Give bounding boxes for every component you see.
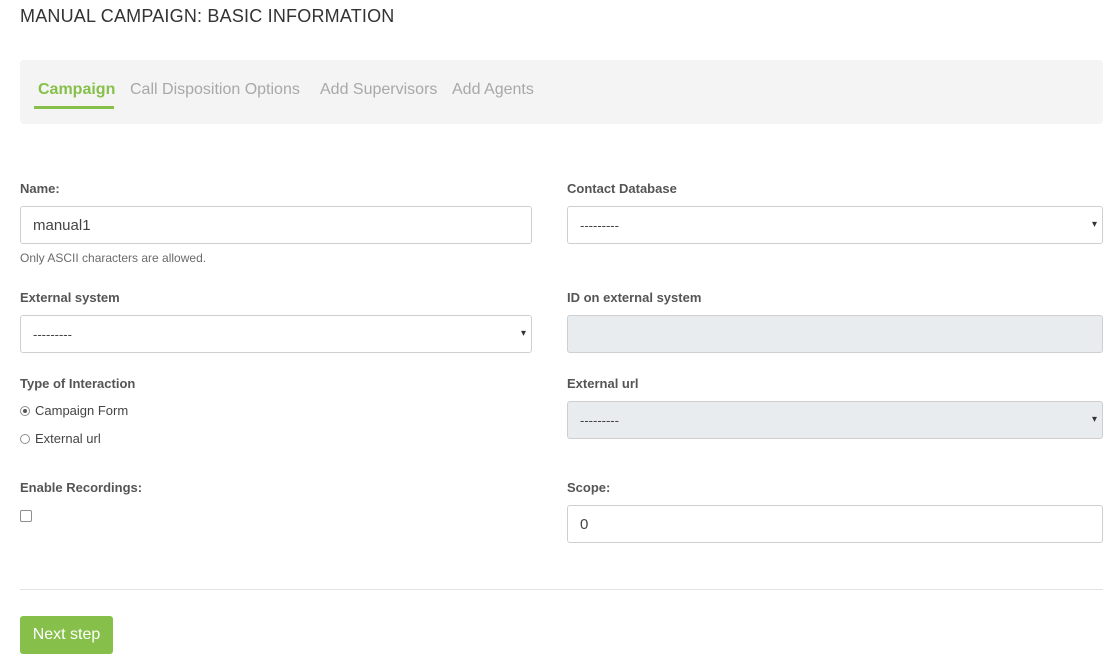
caret-down-icon: ▾	[520, 328, 526, 339]
external-url-label: External url	[567, 376, 639, 391]
caret-down-icon: ▾	[1091, 219, 1097, 230]
wizard-tabs: Campaign Call Disposition Options Add Su…	[20, 60, 1103, 124]
radio-unchecked-icon[interactable]	[20, 433, 30, 444]
tab-add-supervisors[interactable]: Add Supervisors	[320, 81, 437, 99]
external-url-value: ---------	[580, 412, 619, 428]
id-external-system-input[interactable]	[567, 315, 1103, 353]
name-input[interactable]	[20, 206, 532, 244]
radio-checked-icon[interactable]	[20, 405, 30, 416]
tab-campaign[interactable]: Campaign	[38, 81, 115, 99]
radio-campaign-form[interactable]: Campaign Form	[20, 403, 128, 418]
interaction-type-label: Type of Interaction	[20, 376, 136, 391]
contact-database-value: ---------	[580, 217, 619, 233]
scope-label: Scope:	[567, 480, 611, 495]
radio-external-url[interactable]: External url	[20, 431, 101, 446]
name-help-text: Only ASCII characters are allowed.	[20, 251, 207, 265]
tab-call-disposition-options[interactable]: Call Disposition Options	[130, 81, 300, 99]
radio-external-url-label: External url	[35, 431, 101, 446]
enable-recordings-checkbox[interactable]	[20, 510, 32, 522]
contact-database-select[interactable]: --------- ▾	[567, 206, 1103, 244]
id-external-system-label: ID on external system	[567, 290, 702, 305]
active-tab-indicator	[34, 106, 114, 109]
enable-recordings-label: Enable Recordings:	[20, 480, 143, 495]
scope-input[interactable]	[567, 505, 1103, 543]
tab-add-agents[interactable]: Add Agents	[452, 81, 534, 99]
external-system-label: External system	[20, 290, 120, 305]
external-system-value: ---------	[33, 326, 72, 342]
divider	[20, 589, 1103, 590]
caret-down-icon: ▾	[1091, 414, 1097, 425]
radio-campaign-form-label: Campaign Form	[35, 403, 129, 418]
page-title: MANUAL CAMPAIGN: BASIC INFORMATION	[20, 6, 395, 26]
next-step-button[interactable]: Next step	[20, 616, 113, 654]
external-system-select[interactable]: --------- ▾	[20, 315, 532, 353]
name-label: Name:	[20, 181, 60, 196]
contact-database-label: Contact Database	[567, 181, 677, 196]
external-url-select[interactable]: --------- ▾	[567, 401, 1103, 439]
